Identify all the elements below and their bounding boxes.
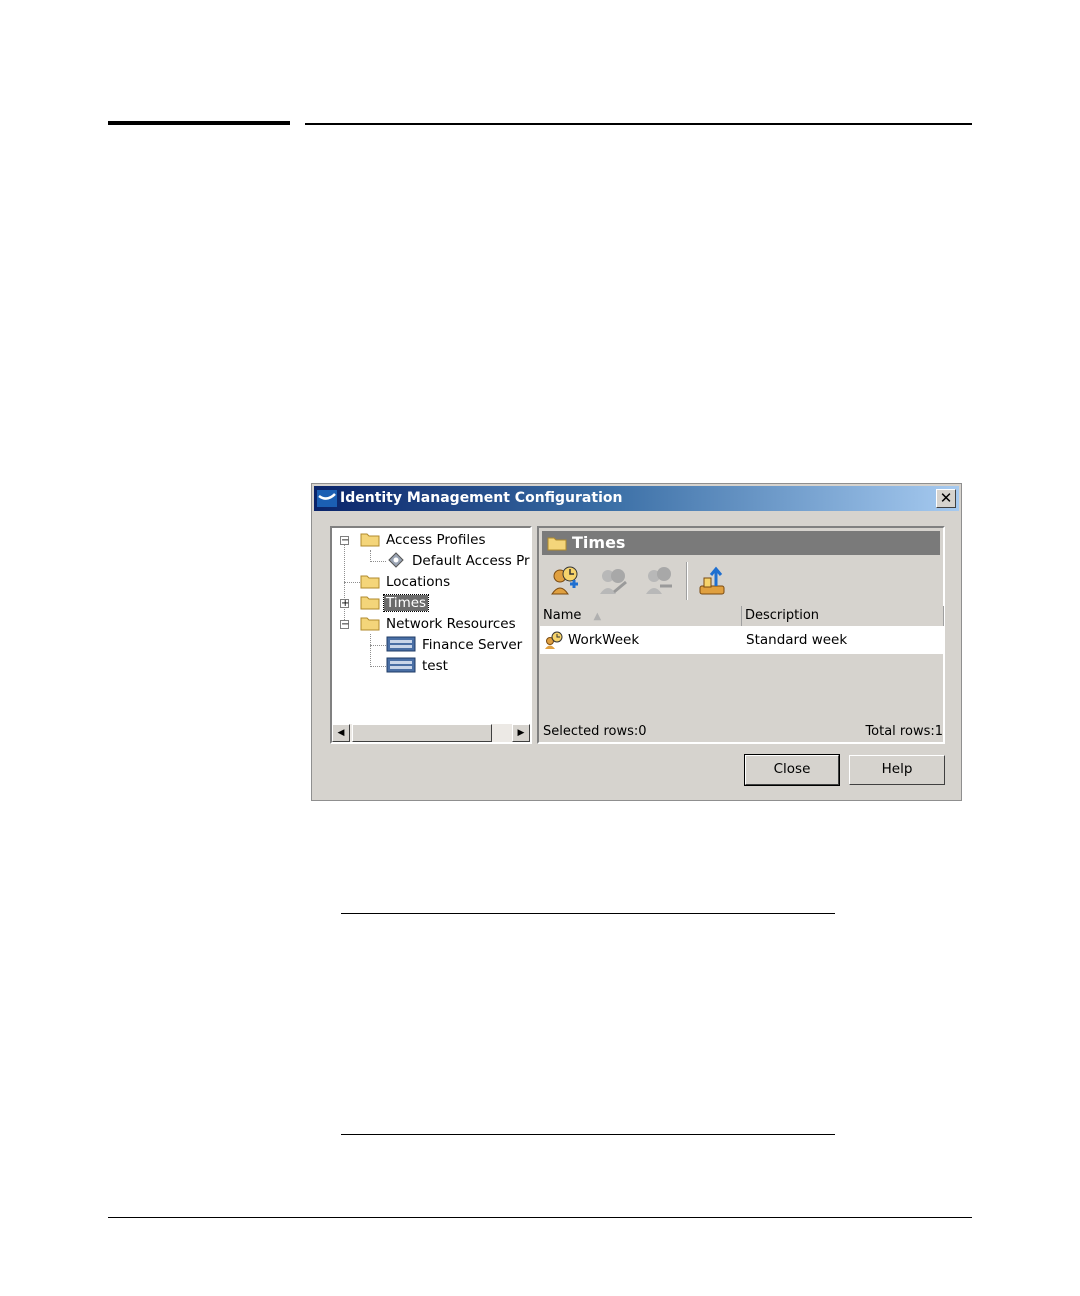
status-bar: Selected rows:0 Total rows:1 xyxy=(543,723,943,741)
add-time-icon[interactable] xyxy=(548,564,582,598)
tree-connector xyxy=(370,645,386,646)
time-icon xyxy=(545,631,563,649)
folder-icon xyxy=(360,617,380,631)
app-icon xyxy=(317,490,337,507)
folder-icon xyxy=(360,533,380,547)
profile-icon xyxy=(388,552,404,568)
folder-icon xyxy=(360,575,380,589)
help-button[interactable]: Help xyxy=(849,755,945,785)
server-icon xyxy=(386,636,416,652)
table-row[interactable]: WorkWeek Standard week xyxy=(540,626,944,654)
tree-item-times[interactable]: Times xyxy=(360,593,430,613)
toolbar xyxy=(542,560,940,602)
expand-times-toggle[interactable]: + xyxy=(340,599,349,609)
server-icon xyxy=(386,657,416,673)
navigation-tree[interactable]: − Access Profiles Default Access Pro Loc… xyxy=(330,526,532,744)
section-rule-thick xyxy=(108,121,290,125)
collapse-access-profiles-toggle[interactable]: − xyxy=(340,536,349,546)
tree-item-default-access-profile[interactable]: Default Access Pro xyxy=(386,551,530,571)
toolbar-separator xyxy=(686,562,688,600)
title-bar[interactable]: Identity Management Configuration ✕ xyxy=(314,486,959,511)
close-window-button[interactable]: ✕ xyxy=(936,489,956,508)
panel-title: Times xyxy=(572,533,626,552)
sort-ascending-icon: ▲ xyxy=(593,611,602,622)
scroll-left-button[interactable]: ◀ xyxy=(332,724,350,742)
edit-time-icon[interactable] xyxy=(596,564,630,598)
tree-connector xyxy=(344,542,345,626)
note-rule-top xyxy=(341,913,835,914)
identity-management-dialog: Identity Management Configuration ✕ − Ac… xyxy=(311,483,962,801)
footer-rule xyxy=(108,1217,972,1218)
times-panel: Times Name ▲ Description WorkWeek Standa… xyxy=(537,526,945,744)
tree-item-network-resources[interactable]: Network Resources xyxy=(360,614,518,634)
folder-icon xyxy=(360,596,380,610)
column-header-name[interactable]: Name ▲ xyxy=(540,606,742,626)
panel-header: Times xyxy=(542,531,940,555)
tree-connector xyxy=(370,666,386,667)
tree-horizontal-scrollbar[interactable]: ◀ ▶ xyxy=(332,724,530,742)
collapse-network-resources-toggle[interactable]: − xyxy=(340,620,349,630)
delete-time-icon[interactable] xyxy=(642,564,676,598)
section-rule xyxy=(305,123,972,125)
table-body: WorkWeek Standard week xyxy=(540,626,944,654)
folder-icon xyxy=(547,537,567,551)
tree-connector xyxy=(370,561,386,562)
tree-connector xyxy=(344,582,360,583)
dialog-title: Identity Management Configuration xyxy=(340,490,623,506)
tree-item-test[interactable]: test xyxy=(386,656,450,676)
tree-item-locations[interactable]: Locations xyxy=(360,572,452,592)
tree-item-finance-server[interactable]: Finance Server xyxy=(386,635,524,655)
row-description: Standard week xyxy=(746,632,848,648)
import-icon[interactable] xyxy=(696,564,730,598)
total-rows-count: Total rows:1 xyxy=(865,724,943,739)
scroll-thumb[interactable] xyxy=(352,724,492,742)
close-button[interactable]: Close xyxy=(744,754,840,786)
tree-item-access-profiles[interactable]: Access Profiles xyxy=(360,530,488,550)
table-header: Name ▲ Description xyxy=(540,606,944,626)
note-rule-bottom xyxy=(341,1134,835,1135)
scroll-right-button[interactable]: ▶ xyxy=(512,724,530,742)
row-name: WorkWeek xyxy=(568,632,640,648)
column-header-description[interactable]: Description xyxy=(742,606,944,626)
tree-connector xyxy=(370,634,371,667)
selected-rows-count: Selected rows:0 xyxy=(543,724,647,739)
